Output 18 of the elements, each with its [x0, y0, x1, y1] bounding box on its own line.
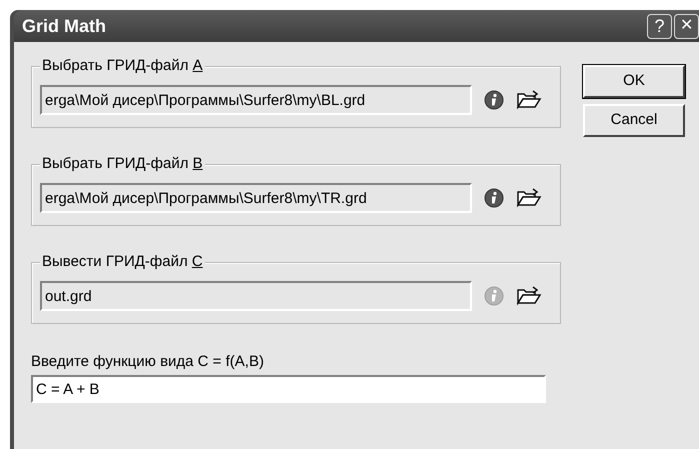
window-title: Grid Math: [22, 14, 106, 38]
dialog-button[interactable]: Cancel: [583, 104, 685, 137]
info-icon[interactable]: [484, 188, 504, 208]
file-path-field[interactable]: erga\Мой дисер\Программы\Surfer8\my\TR.grd: [40, 183, 472, 213]
close-button[interactable]: ✕: [674, 14, 699, 38]
help-button[interactable]: ?: [647, 14, 672, 38]
group-label: Выбрать ГРИД-файл B: [40, 154, 205, 174]
file-path-field[interactable]: out.grd: [40, 281, 472, 311]
file-path-field[interactable]: erga\Мой дисер\Программы\Surfer8\my\BL.grd: [40, 85, 472, 115]
open-folder-icon[interactable]: [516, 286, 542, 306]
info-icon[interactable]: [484, 90, 504, 110]
function-label: Введите функцию вида C = f(A,B): [31, 352, 265, 372]
open-folder-icon[interactable]: [516, 188, 542, 208]
dialog-button[interactable]: OK: [583, 65, 685, 98]
group-label: Выбрать ГРИД-файл A: [40, 56, 205, 76]
open-folder-icon[interactable]: [516, 90, 542, 110]
group-label: Вывести ГРИД-файл C: [40, 252, 205, 272]
function-field[interactable]: C = A + B: [31, 375, 546, 403]
